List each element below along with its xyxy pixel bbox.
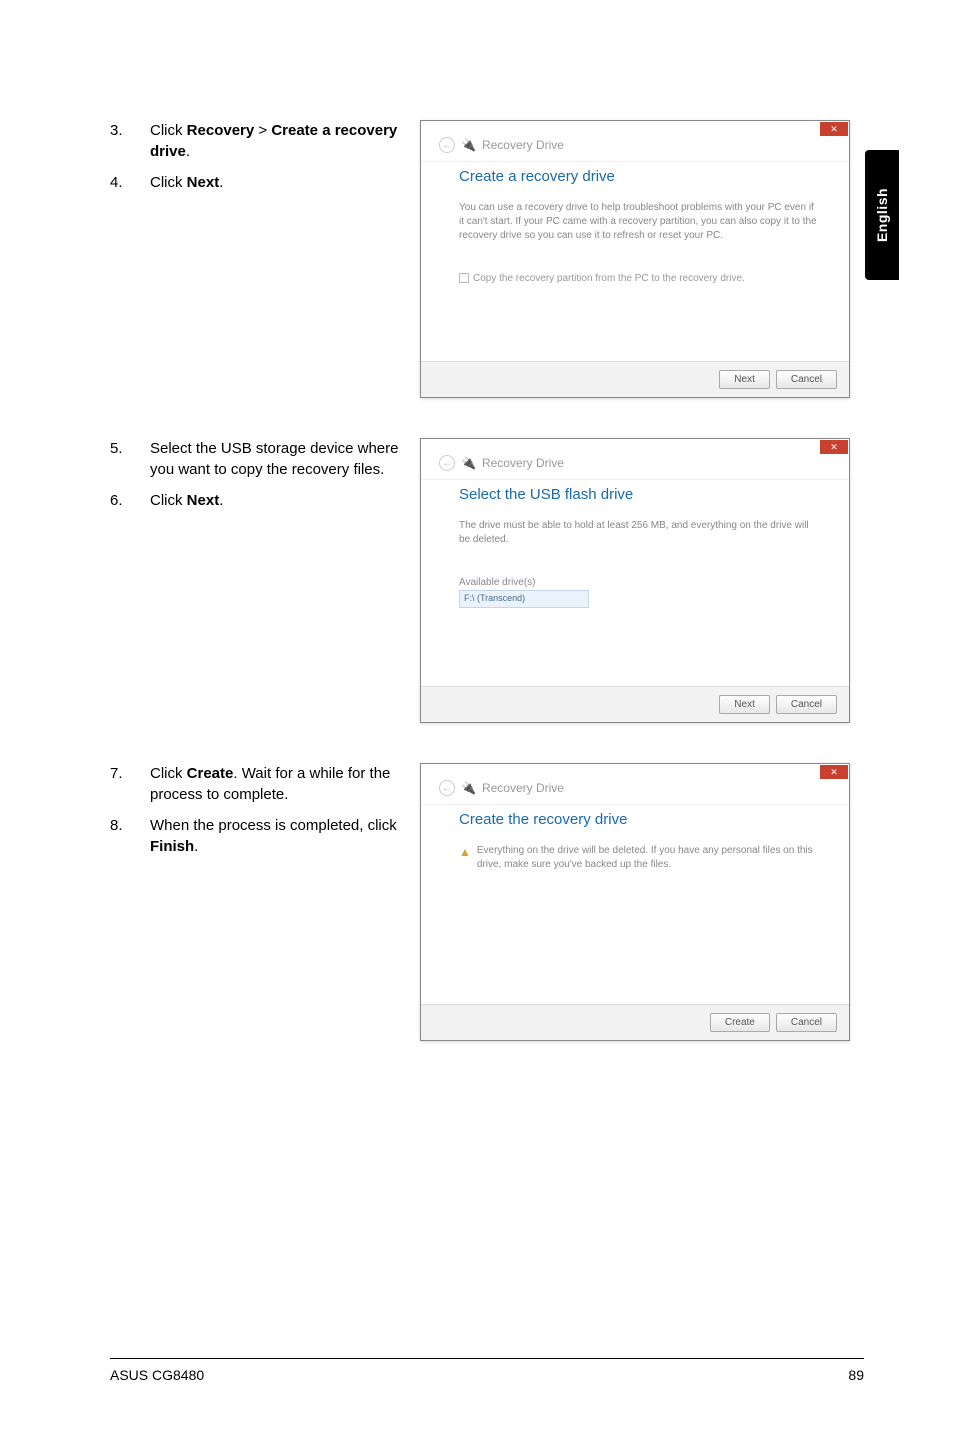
step-item: 8.When the process is completed, click F… (110, 815, 405, 857)
recovery-dialog-1: ✕ ← 🔌 Recovery Drive Create a recovery d… (420, 120, 850, 398)
available-drives-label: Available drive(s) (459, 577, 819, 588)
cancel-button[interactable]: Cancel (776, 1013, 837, 1032)
step-item: 5.Select the USB storage device where yo… (110, 438, 405, 480)
close-icon[interactable]: ✕ (820, 440, 848, 454)
breadcrumb: ← 🔌 Recovery Drive (421, 137, 849, 161)
next-button[interactable]: Next (719, 695, 770, 714)
recovery-dialog-3: ✕ ← 🔌 Recovery Drive Create the recovery… (420, 763, 850, 1041)
dialog-title: Select the USB flash drive (459, 486, 819, 503)
page-number: 89 (848, 1367, 864, 1383)
language-tab-label: English (874, 188, 890, 242)
next-button[interactable]: Next (719, 370, 770, 389)
dialog-titlebar: ✕ (421, 121, 849, 137)
step-text-3: 7.Click Create. Wait for a while for the… (110, 763, 420, 1041)
dialog-titlebar: ✕ (421, 439, 849, 455)
back-icon[interactable]: ← (439, 137, 455, 153)
step-block-3: 7.Click Create. Wait for a while for the… (110, 763, 850, 1041)
step-item: 7.Click Create. Wait for a while for the… (110, 763, 405, 805)
dialog-description: The drive must be able to hold at least … (459, 519, 819, 547)
usb-icon: 🔌 (461, 138, 476, 152)
usb-icon: 🔌 (461, 456, 476, 470)
close-icon[interactable]: ✕ (820, 122, 848, 136)
dialog-description: You can use a recovery drive to help tro… (459, 201, 819, 243)
breadcrumb-text: Recovery Drive (482, 781, 564, 795)
recovery-dialog-2: ✕ ← 🔌 Recovery Drive Select the USB flas… (420, 438, 850, 723)
cancel-button[interactable]: Cancel (776, 695, 837, 714)
dialog-footer: Next Cancel (421, 361, 849, 397)
dialog-col-1: ✕ ← 🔌 Recovery Drive Create a recovery d… (420, 120, 850, 398)
step-text-2: 5.Select the USB storage device where yo… (110, 438, 420, 723)
step-text-1: 3.Click Recovery > Create a recovery dri… (110, 120, 420, 398)
dialog-titlebar: ✕ (421, 764, 849, 780)
warning-message: ▲ Everything on the drive will be delete… (459, 844, 819, 872)
back-icon[interactable]: ← (439, 455, 455, 471)
breadcrumb: ← 🔌 Recovery Drive (421, 455, 849, 479)
page-footer: ASUS CG8480 89 (110, 1358, 864, 1383)
warning-icon: ▲ (459, 844, 471, 861)
drive-list-item[interactable]: F:\ (Transcend) (459, 590, 589, 608)
dialog-col-2: ✕ ← 🔌 Recovery Drive Select the USB flas… (420, 438, 850, 723)
dialog-title: Create the recovery drive (459, 811, 819, 828)
cancel-button[interactable]: Cancel (776, 370, 837, 389)
dialog-footer: Next Cancel (421, 686, 849, 722)
dialog-title: Create a recovery drive (459, 168, 819, 185)
step-item: 3.Click Recovery > Create a recovery dri… (110, 120, 405, 162)
step-item: 6.Click Next. (110, 490, 405, 511)
page-content: 3.Click Recovery > Create a recovery dri… (110, 120, 850, 1081)
back-icon[interactable]: ← (439, 780, 455, 796)
step-block-1: 3.Click Recovery > Create a recovery dri… (110, 120, 850, 398)
checkbox-icon[interactable] (459, 273, 469, 283)
footer-model: ASUS CG8480 (110, 1367, 204, 1383)
breadcrumb-text: Recovery Drive (482, 138, 564, 152)
dialog-col-3: ✕ ← 🔌 Recovery Drive Create the recovery… (420, 763, 850, 1041)
close-icon[interactable]: ✕ (820, 765, 848, 779)
step-item: 4.Click Next. (110, 172, 405, 193)
breadcrumb-text: Recovery Drive (482, 456, 564, 470)
dialog-footer: Create Cancel (421, 1004, 849, 1040)
create-button[interactable]: Create (710, 1013, 770, 1032)
language-tab: English (865, 150, 899, 280)
step-block-2: 5.Select the USB storage device where yo… (110, 438, 850, 723)
copy-partition-option[interactable]: Copy the recovery partition from the PC … (459, 273, 819, 284)
usb-icon: 🔌 (461, 781, 476, 795)
breadcrumb: ← 🔌 Recovery Drive (421, 780, 849, 804)
